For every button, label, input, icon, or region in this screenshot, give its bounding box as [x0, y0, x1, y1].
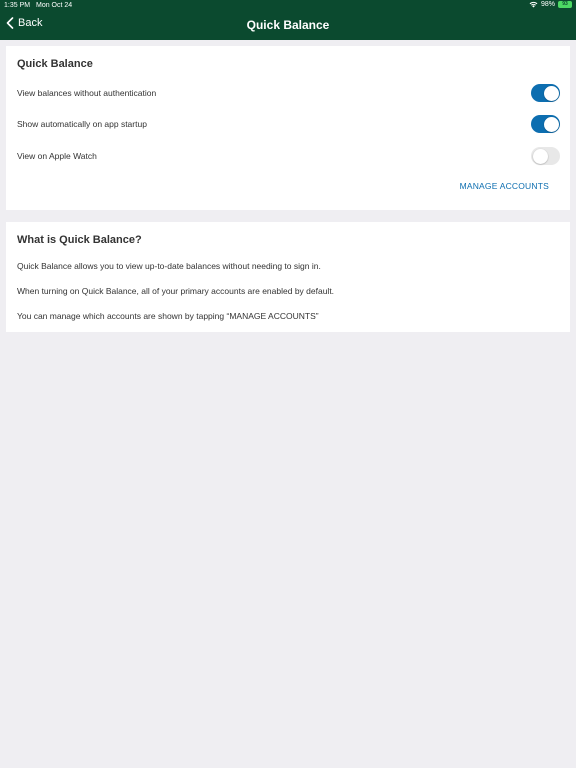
status-right: 98% 93: [529, 1, 572, 8]
status-time: 1:35 PM: [4, 2, 31, 9]
apple-watch-toggle[interactable]: [531, 147, 560, 165]
show-on-startup-toggle[interactable]: [531, 115, 560, 133]
battery-percent: 98%: [540, 1, 555, 8]
toggle-knob: [532, 148, 548, 164]
setting-row-show-on-startup: Show automatically on app startup: [17, 113, 560, 135]
page-title: Quick Balance: [246, 18, 330, 32]
setting-label: View balances without authentication: [17, 88, 157, 98]
info-paragraph: When turning on Quick Balance, all of yo…: [17, 286, 335, 296]
settings-card-title: Quick Balance: [17, 58, 93, 70]
setting-label: View on Apple Watch: [17, 151, 97, 161]
setting-row-view-without-auth: View balances without authentication: [17, 82, 560, 104]
toggle-knob: [543, 85, 559, 101]
battery-icon: 93: [558, 1, 572, 8]
status-bar: 1:35 PM Mon Oct 24 98% 93: [0, 0, 576, 12]
navigation-bar: 1:35 PM Mon Oct 24 98% 93 Back Quick Bal…: [0, 0, 576, 40]
manage-accounts-button[interactable]: MANAGE ACCOUNTS: [460, 181, 549, 191]
what-is-quick-balance-card: What is Quick Balance? Quick Balance all…: [6, 222, 570, 332]
wifi-icon: [529, 1, 538, 8]
info-paragraph: You can manage which accounts are shown …: [17, 311, 319, 321]
info-paragraph: Quick Balance allows you to view up-to-d…: [17, 261, 321, 271]
info-card-title: What is Quick Balance?: [17, 234, 142, 246]
setting-row-apple-watch: View on Apple Watch: [17, 145, 560, 167]
setting-label: Show automatically on app startup: [17, 119, 147, 129]
view-without-auth-toggle[interactable]: [531, 84, 560, 102]
status-date: Mon Oct 24: [36, 2, 73, 9]
toggle-knob: [543, 116, 559, 132]
quick-balance-settings-card: Quick Balance View balances without auth…: [6, 46, 570, 210]
